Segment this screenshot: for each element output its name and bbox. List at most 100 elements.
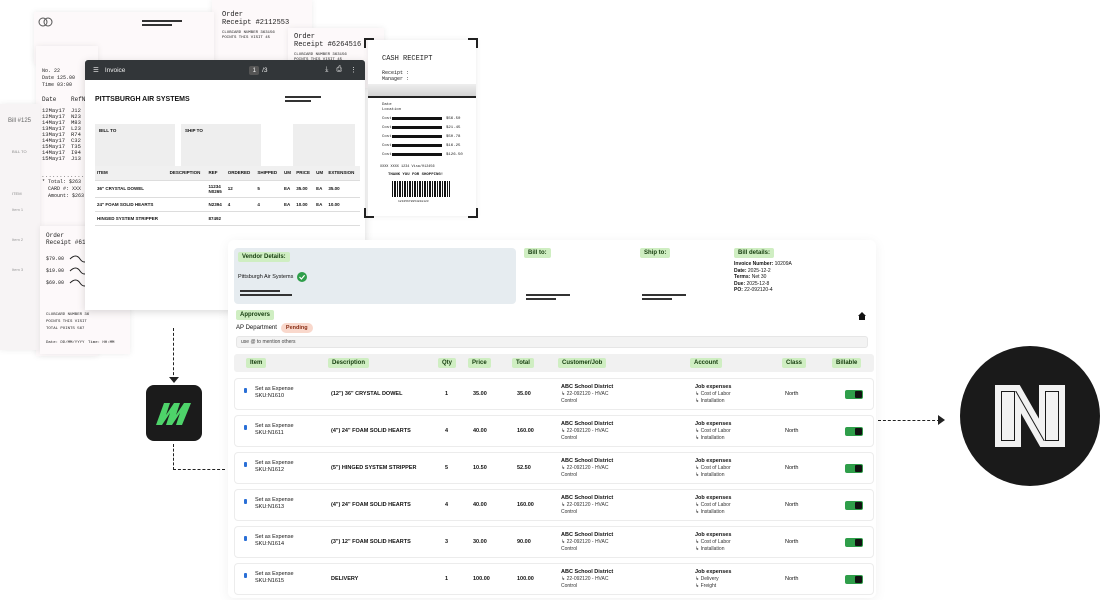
cost-bar: [392, 126, 442, 129]
col-customer-job[interactable]: Customer/Job: [558, 358, 607, 368]
account-subcategory: Cost of Labor: [700, 391, 731, 397]
thank-you: THANK YOU FOR SHOPPING!: [388, 173, 444, 177]
bill-details-label: Bill details:: [734, 248, 775, 258]
terms: Net 30: [751, 274, 767, 280]
invoice-table-row: 24" FOAM SOLID HEARTS N2394 4 4 EA 10.00 EA 10.…: [95, 197, 360, 212]
item-qty: 4: [445, 428, 449, 434]
col-billable[interactable]: Billable: [832, 358, 862, 368]
bookmark-icon: [244, 388, 247, 393]
line-item-row[interactable]: Set as Expense SKU:N1611 (4") 24" FOAM SOL…: [234, 415, 874, 447]
invoice-cell: 35.00: [294, 180, 315, 198]
invoice-cell: 10.00: [294, 197, 315, 212]
invoice-table-row: 36" CRYSTAL DOWEL 11234 N0265 12 5 EA 35.00 EA…: [95, 180, 360, 198]
item-qty: 1: [445, 391, 449, 397]
invoice-cell: 11234 N0265: [206, 180, 226, 198]
bill-details-card: Bill details: Invoice Number: 10209A Dat…: [734, 248, 870, 304]
order-title: Order: [294, 33, 316, 41]
billable-toggle[interactable]: [845, 464, 863, 473]
receipt-date: 15May17: [42, 155, 66, 162]
item-description: (4") 24" FOAM SOLID HEARTS: [331, 428, 411, 434]
order-time: Time: HH:MM: [88, 341, 115, 345]
col-account[interactable]: Account: [690, 358, 722, 368]
bookmark-icon: [244, 499, 247, 504]
col-item[interactable]: Item: [246, 358, 267, 368]
account-name: Job expenses: [695, 532, 732, 538]
page-current-input[interactable]: 1: [249, 65, 260, 75]
invoice-col-header: UM: [281, 166, 295, 181]
account-sub: ↳ Cost of Labor: [695, 465, 731, 471]
line-item-row[interactable]: Set as Expense SKU:N1613 (4") 24" FOAM SOL…: [234, 489, 874, 521]
col-description[interactable]: Description: [328, 358, 370, 368]
home-icon[interactable]: [858, 312, 866, 320]
invoice-col-header: EXTENSION: [326, 166, 360, 181]
clubcard-info: CLUBCARD NUMBER 36 POINTS THIS VISIT TOT…: [46, 313, 90, 331]
po-row: PO: 22-092120-4: [734, 287, 773, 293]
billable-toggle[interactable]: [845, 538, 863, 547]
vendor-row[interactable]: Pittsburgh Air Systems: [238, 272, 512, 282]
account-detail: Installation: [700, 509, 725, 515]
menu-icon[interactable]: ☰: [93, 66, 99, 74]
n-mark-icon: [995, 385, 1065, 447]
bookmark-icon: [244, 536, 247, 541]
cost-bar: [392, 135, 442, 138]
manager-label: Manager :: [382, 76, 410, 82]
account-sub: ↳ Cost of Labor: [695, 539, 731, 545]
job-number: 22-092120 - HVAC: [566, 576, 609, 582]
item-total: 160.00: [517, 502, 534, 508]
invoice-body: PITTSBURGH AIR SYSTEMS BILL TO SHIP TO: [85, 80, 365, 176]
col-class[interactable]: Class: [782, 358, 807, 368]
account-detail: Installation: [700, 435, 725, 441]
bookmark-icon: [244, 462, 247, 467]
cash-receipt: CASH RECEIPT Receipt : Manager : Date Lo…: [368, 40, 476, 216]
cost-amount: $50.78: [446, 135, 461, 139]
billable-toggle[interactable]: [845, 427, 863, 436]
mention-input[interactable]: use @ to mention others: [236, 336, 868, 348]
ship-to-line: [642, 298, 672, 300]
account-sub: ↳ Delivery: [695, 576, 719, 582]
approval-status-badge: Pending: [280, 323, 313, 333]
cost-label: Cost: [382, 126, 392, 130]
billable-toggle[interactable]: [845, 390, 863, 399]
bill-date: 2025-12-2: [747, 267, 771, 274]
print-icon[interactable]: ⎙: [336, 66, 342, 74]
col-qty[interactable]: Qty: [438, 358, 457, 368]
job-number: 22-092120 - HVAC: [566, 428, 609, 434]
account-name: Job expenses: [695, 458, 732, 464]
bill-details-list: Invoice Number: 10209A Date: 2025-12-2 T…: [734, 261, 870, 294]
line-item-row[interactable]: Set as Expense SKU:N1610 (12") 36" CRYSTAL…: [234, 378, 874, 410]
download-icon[interactable]: ⤓: [325, 66, 328, 74]
invoice-cell: 10.00: [326, 197, 360, 212]
account-subcategory: Cost of Labor: [700, 428, 731, 434]
invoice-cell: [326, 211, 360, 226]
invoice-cell: 87492: [206, 211, 226, 226]
invoice-cell: [167, 211, 207, 226]
account-sub: ↳ Cost of Labor: [695, 391, 731, 397]
line-item-row[interactable]: Set as Expense SKU:N1612 (5") HINGED SYSTE…: [234, 452, 874, 484]
receipt-rule: [368, 96, 476, 98]
pdf-title: Invoice: [104, 66, 126, 74]
po-number: 22-092120-4: [744, 287, 773, 293]
customer-name: ABC School District: [561, 458, 614, 464]
cost-amount: $126.50: [446, 153, 463, 157]
bill-to-label: BILL TO: [12, 149, 27, 154]
job-line: ↳ 22-092120 - HVAC: [561, 576, 609, 582]
job-type: Control: [561, 583, 578, 589]
card-footer: XXXX XXXX 1234 Visa/012456: [380, 165, 435, 169]
col-total[interactable]: Total: [512, 358, 534, 368]
invoice-col-header: ITEM: [95, 166, 168, 181]
job-number: 22-092120 - HVAC: [566, 539, 609, 545]
more-vert-icon[interactable]: ⋮: [350, 66, 357, 74]
line-item-row[interactable]: Set as Expense SKU:N1615 DELIVERY 1 100.00 10…: [234, 563, 874, 595]
account-detail: Installation: [700, 546, 725, 552]
invoice-cell: 12: [225, 180, 256, 198]
order-amount: $69.00: [46, 280, 65, 286]
customer-name: ABC School District: [561, 569, 614, 575]
item-qty: 3: [445, 539, 449, 545]
line-item-row[interactable]: Set as Expense SKU:N1614 (3") 12" FOAM SOL…: [234, 526, 874, 558]
billable-toggle[interactable]: [845, 501, 863, 510]
account-subcategory: Cost of Labor: [700, 465, 731, 471]
vendor-address-line: [240, 294, 292, 296]
billable-toggle[interactable]: [845, 575, 863, 584]
col-price[interactable]: Price: [468, 358, 491, 368]
item-class: North: [785, 465, 799, 471]
